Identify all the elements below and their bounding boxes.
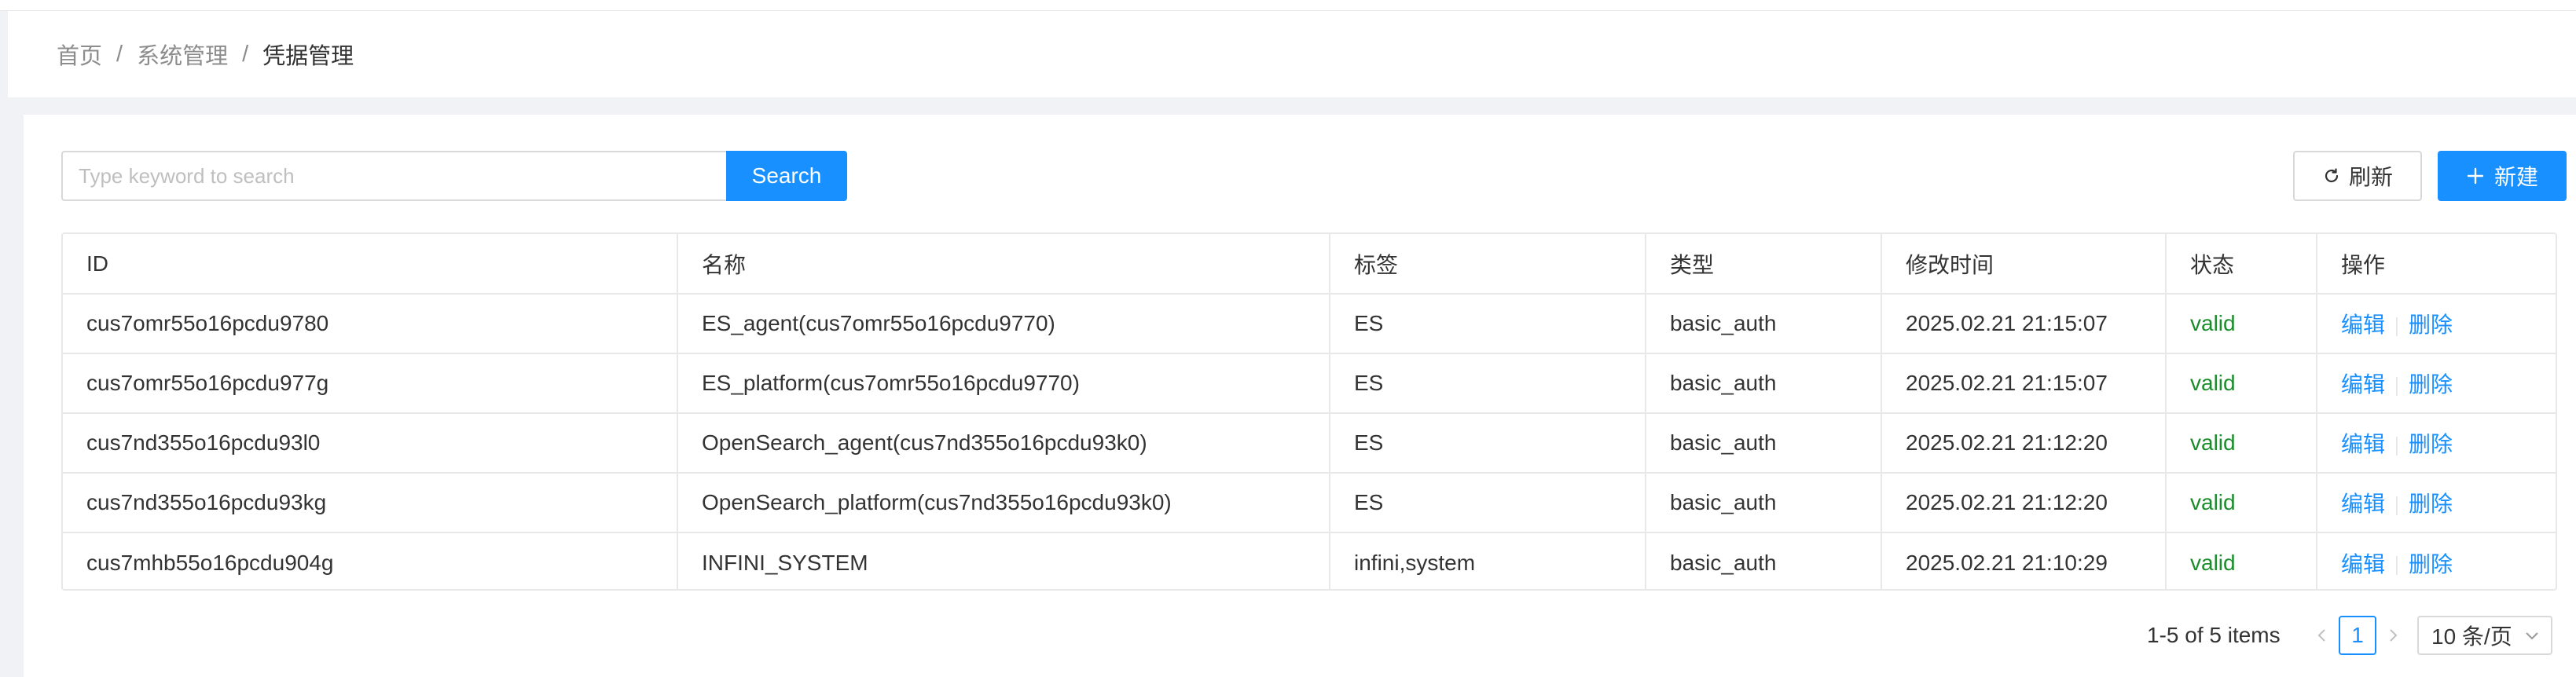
action-divider [2396, 436, 2398, 456]
cell-type: basic_auth [1646, 353, 1882, 414]
edit-link[interactable]: 编辑 [2341, 313, 2385, 337]
chevron-left-icon [2316, 628, 2328, 643]
search-input[interactable] [61, 151, 728, 201]
table-row: cus7nd355o16pcdu93kg OpenSearch_platform… [63, 473, 2556, 533]
cell-name: OpenSearch_agent(cus7nd355o16pcdu93k0) [677, 413, 1330, 474]
table-row: cus7omr55o16pcdu977g ES_platform(cus7omr… [63, 353, 2556, 414]
credentials-table: ID 名称 标签 类型 修改时间 状态 操作 cus7omr55o16pcdu9… [61, 232, 2557, 591]
column-header-actions: 操作 [2317, 234, 2556, 295]
plus-icon [2466, 167, 2485, 185]
cell-status: valid [2166, 353, 2317, 414]
cell-actions: 编辑 删除 [2317, 294, 2556, 354]
cell-id: cus7nd355o16pcdu93l0 [63, 413, 678, 474]
delete-link[interactable]: 删除 [2409, 552, 2453, 576]
refresh-label: 刷新 [2348, 165, 2393, 189]
cell-name: INFINI_SYSTEM [677, 532, 1330, 589]
action-divider [2396, 376, 2398, 396]
cell-tags: ES [1330, 353, 1646, 414]
cell-actions: 编辑 删除 [2317, 532, 2556, 589]
delete-link[interactable]: 删除 [2409, 372, 2453, 397]
delete-link[interactable]: 删除 [2409, 313, 2453, 337]
chevron-down-icon [2524, 630, 2540, 641]
cell-tags: ES [1330, 413, 1646, 474]
breadcrumb: 首页 / 系统管理 / 凭据管理 [8, 11, 2576, 97]
cell-name: OpenSearch_platform(cus7nd355o16pcdu93k0… [677, 473, 1330, 533]
cell-modified: 2025.02.21 21:15:07 [1881, 353, 2167, 414]
breadcrumb-home[interactable]: 首页 [57, 38, 102, 71]
cell-status: valid [2166, 413, 2317, 474]
cell-status: valid [2166, 294, 2317, 354]
new-label: 新建 [2493, 165, 2538, 189]
table-row: cus7nd355o16pcdu93l0 OpenSearch_agent(cu… [63, 413, 2556, 474]
column-header-modified: 修改时间 [1881, 234, 2167, 295]
edit-link[interactable]: 编辑 [2341, 372, 2385, 397]
cell-modified: 2025.02.21 21:12:20 [1881, 413, 2167, 474]
table-row: cus7omr55o16pcdu9780 ES_agent(cus7omr55o… [63, 294, 2556, 354]
left-strip [0, 11, 8, 677]
table-header-row: ID 名称 标签 类型 修改时间 状态 操作 [63, 234, 2556, 295]
new-button[interactable]: 新建 [2438, 151, 2567, 201]
cell-name: ES_agent(cus7omr55o16pcdu9770) [677, 294, 1330, 354]
cell-type: basic_auth [1646, 294, 1882, 354]
column-header-tags: 标签 [1330, 234, 1646, 295]
action-divider [2396, 556, 2398, 576]
cell-actions: 编辑 删除 [2317, 473, 2556, 533]
page-number-1[interactable]: 1 [2339, 616, 2376, 655]
delete-link[interactable]: 删除 [2409, 432, 2453, 456]
action-divider [2396, 496, 2398, 515]
page-size-value: 10 条/页 [2431, 624, 2512, 649]
action-divider [2396, 317, 2398, 336]
breadcrumb-system-management[interactable]: 系统管理 [137, 38, 228, 71]
breadcrumb-separator: / [242, 41, 249, 67]
column-header-id: ID [63, 234, 678, 295]
cell-modified: 2025.02.21 21:15:07 [1881, 294, 2167, 354]
cell-status: valid [2166, 473, 2317, 533]
cell-actions: 编辑 删除 [2317, 413, 2556, 474]
refresh-button[interactable]: 刷新 [2293, 151, 2422, 201]
cell-modified: 2025.02.21 21:10:29 [1881, 532, 2167, 589]
cell-modified: 2025.02.21 21:12:20 [1881, 473, 2167, 533]
cell-id: cus7nd355o16pcdu93kg [63, 473, 678, 533]
pagination-total: 1-5 of 5 items [2147, 623, 2281, 647]
breadcrumb-separator: / [116, 41, 123, 67]
next-page-button[interactable] [2381, 616, 2405, 655]
edit-link[interactable]: 编辑 [2341, 432, 2385, 456]
cell-type: basic_auth [1646, 413, 1882, 474]
cell-tags: ES [1330, 473, 1646, 533]
cell-id: cus7omr55o16pcdu977g [63, 353, 678, 414]
table-row: cus7mhb55o16pcdu904g INFINI_SYSTEM infin… [63, 532, 2556, 589]
cell-type: basic_auth [1646, 473, 1882, 533]
search-button[interactable]: Search [726, 151, 847, 201]
reload-icon [2322, 167, 2341, 185]
prev-page-button[interactable] [2310, 616, 2334, 655]
cell-tags: ES [1330, 294, 1646, 354]
cell-actions: 编辑 删除 [2317, 353, 2556, 414]
cell-id: cus7mhb55o16pcdu904g [63, 532, 678, 589]
cell-tags: infini,system [1330, 532, 1646, 589]
column-header-status: 状态 [2166, 234, 2317, 295]
cell-type: basic_auth [1646, 532, 1882, 589]
cell-name: ES_platform(cus7omr55o16pcdu9770) [677, 353, 1330, 414]
cell-status: valid [2166, 532, 2317, 589]
edit-link[interactable]: 编辑 [2341, 492, 2385, 516]
edit-link[interactable]: 编辑 [2341, 552, 2385, 576]
column-header-name: 名称 [677, 234, 1330, 295]
cell-id: cus7omr55o16pcdu9780 [63, 294, 678, 354]
top-strip [0, 0, 2576, 11]
breadcrumb-current: 凭据管理 [262, 44, 354, 69]
column-header-type: 类型 [1646, 234, 1882, 295]
delete-link[interactable]: 删除 [2409, 492, 2453, 516]
page-size-select[interactable]: 10 条/页 [2417, 616, 2552, 655]
chevron-right-icon [2387, 628, 2399, 643]
